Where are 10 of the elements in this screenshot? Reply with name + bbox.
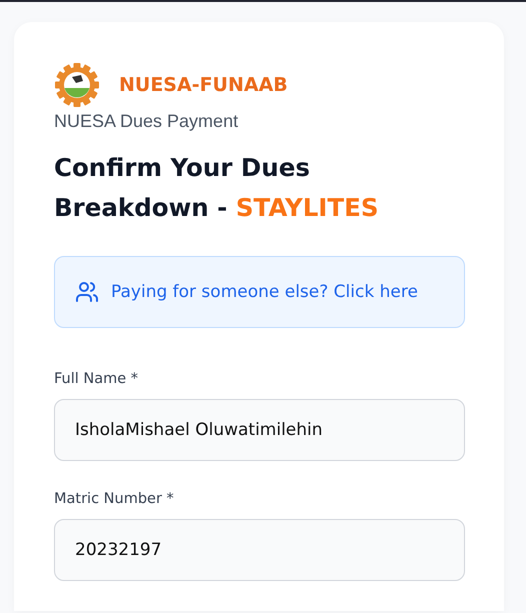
users-icon <box>75 280 99 304</box>
brand-name: NUESA-FUNAAB <box>119 74 288 96</box>
brand-subtitle: NUESA Dues Payment <box>54 111 240 132</box>
field-label: Full Name * <box>54 371 140 387</box>
input-field[interactable]: IsholaMishael Oluwatimilehin <box>54 399 465 461</box>
someone-else-button[interactable]: Paying for someone else? Click here <box>54 256 465 328</box>
gear-logo-icon <box>54 62 100 108</box>
field-label: Matric Number * <box>54 491 175 507</box>
page-heading: Confirm Your Dues Breakdown - STAYLITES <box>54 152 380 224</box>
input-field[interactable]: 20232197 <box>54 519 465 581</box>
